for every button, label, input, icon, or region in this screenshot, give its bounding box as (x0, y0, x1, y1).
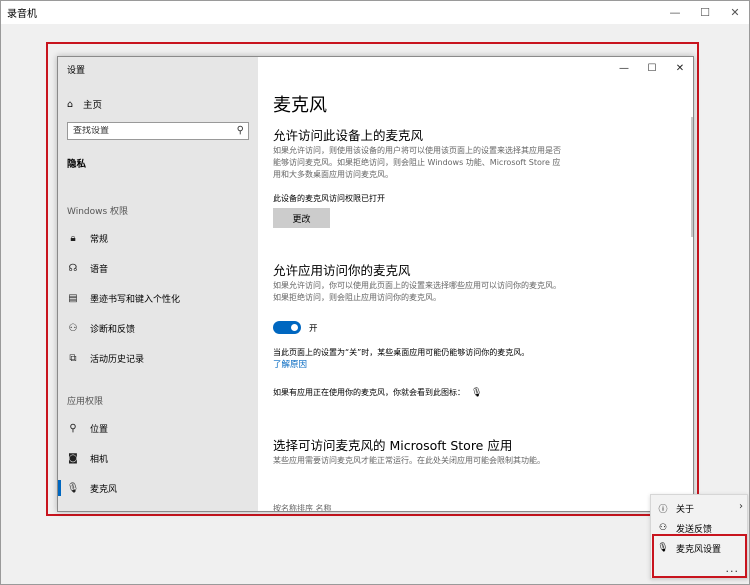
highlight-box-menu (652, 534, 747, 578)
desktop-apps-note: 当此页面上的设置为“关”时，某些桌面应用可能仍能够访问你的麦克风。 (273, 348, 530, 357)
app-body: 设置 ⌂ 主页 ⚲ 隐私 Windows 权限 🔒︎ 常规 ☊ 语音 ▤ 墨 (0, 24, 750, 585)
menu-item-about[interactable]: ⓘ 关于 › (651, 498, 747, 518)
app-title: 录音机 (7, 9, 37, 20)
nav-current-section: 隐私 (67, 159, 87, 170)
app-close-button[interactable]: ✕ (720, 2, 750, 22)
nav-item-label: 麦克风 (90, 484, 118, 495)
settings-close-button[interactable]: ✕ (666, 59, 693, 77)
microphone-icon: 🎙︎ (66, 482, 80, 494)
speech-icon: ☊ (68, 262, 78, 274)
app-maximize-button[interactable]: ☐ (690, 2, 720, 22)
nav-item-location[interactable]: ⚲ 位置 (58, 415, 258, 441)
nav-item-diagnostics[interactable]: ⚇ 诊断和反馈 (58, 315, 258, 341)
nav-home-label: 主页 (83, 100, 103, 111)
menu-item-label: 发送反馈 (676, 524, 713, 535)
nav-item-label: 常规 (90, 234, 109, 245)
nav-item-microphone[interactable]: 🎙︎ 麦克风 (58, 475, 258, 501)
app-access-toggle-label: 开 (309, 324, 318, 334)
search-icon[interactable]: ⚲ (237, 125, 244, 136)
device-access-description: 如果允许访问，则使用该设备的用户将可以使用该页面上的设置来选择其应用是否能够访问… (273, 146, 561, 179)
home-icon: ⌂ (67, 98, 74, 110)
settings-window-title: 设置 (67, 66, 86, 76)
app-access-description: 如果允许访问，你可以使用此页面上的设置来选择哪些应用可以访问你的麦克风。如果拒绝… (273, 281, 561, 302)
in-use-note-text: 如果有应用正在使用你的麦克风，你就会看到此图标： (273, 388, 465, 397)
location-icon: ⚲ (69, 422, 77, 434)
nav-item-label: 诊断和反馈 (90, 324, 136, 335)
nav-item-speech[interactable]: ☊ 语音 (58, 255, 258, 281)
nav-item-camera[interactable]: ◙ 相机 (58, 445, 258, 471)
app-titlebar: 录音机 — ☐ ✕ (0, 0, 750, 24)
chevron-right-icon: › (739, 501, 743, 512)
store-apps-description: 某些应用需要访问麦克风才能正常运行。在此处关闭应用可能会限制其功能。 (273, 456, 545, 465)
page-title: 麦克风 (273, 95, 327, 116)
settings-content: — ☐ ✕ 麦克风 允许访问此设备上的麦克风 如果允许访问，则使用该设备的用户将… (258, 57, 693, 511)
content-scrollbar[interactable] (691, 117, 693, 237)
nav-header-windows-permissions: Windows 权限 (67, 207, 129, 217)
nav-item-label: 语音 (90, 264, 109, 275)
settings-maximize-button[interactable]: ☐ (638, 59, 666, 77)
nav-item-general[interactable]: 🔒︎ 常规 (58, 225, 258, 251)
lock-icon: 🔒︎ (70, 232, 76, 244)
search-input[interactable] (73, 126, 223, 136)
nav-header-app-permissions: 应用权限 (67, 397, 104, 407)
nav-item-label: 相机 (90, 454, 109, 465)
camera-icon: ◙ (68, 452, 78, 464)
nav-item-inking[interactable]: ▤ 墨迹书写和键入个性化 (58, 285, 258, 311)
microphone-in-use-icon: 🎙︎ (471, 388, 483, 398)
app-access-heading: 允许应用访问你的麦克风 (273, 263, 411, 278)
settings-minimize-button[interactable]: — (610, 59, 638, 77)
settings-nav: 设置 ⌂ 主页 ⚲ 隐私 Windows 权限 🔒︎ 常规 ☊ 语音 ▤ 墨 (58, 57, 258, 511)
device-access-heading: 允许访问此设备上的麦克风 (273, 128, 424, 143)
in-use-note: 如果有应用正在使用你的麦克风，你就会看到此图标： 🎙︎ (273, 387, 482, 398)
store-apps-heading: 选择可访问麦克风的 Microsoft Store 应用 (273, 438, 513, 453)
diagnostics-icon: ⚇ (68, 322, 78, 334)
app-minimize-button[interactable]: — (660, 2, 690, 22)
settings-window: 设置 ⌂ 主页 ⚲ 隐私 Windows 权限 🔒︎ 常规 ☊ 语音 ▤ 墨 (57, 56, 694, 512)
nav-item-label: 活动历史记录 (90, 354, 145, 365)
nav-home[interactable]: ⌂ 主页 (67, 97, 103, 112)
search-box[interactable]: ⚲ (67, 122, 249, 140)
nav-item-activity-history[interactable]: ⧉ 活动历史记录 (58, 345, 258, 371)
learn-more-link[interactable]: 了解原因 (273, 358, 307, 370)
device-access-status: 此设备的麦克风访问权限已打开 (273, 194, 385, 203)
menu-item-label: 关于 (676, 504, 695, 515)
feedback-icon: ⚇ (658, 523, 668, 533)
change-button[interactable]: 更改 (273, 208, 330, 228)
app-access-toggle[interactable] (273, 321, 301, 334)
activity-history-icon: ⧉ (69, 352, 77, 364)
nav-item-label: 墨迹书写和键入个性化 (90, 294, 181, 305)
inking-icon: ▤ (68, 292, 78, 304)
info-icon: ⓘ (658, 504, 668, 515)
sort-by-label[interactable]: 按名称排序 名称 (273, 503, 332, 511)
nav-item-label: 位置 (90, 424, 109, 435)
